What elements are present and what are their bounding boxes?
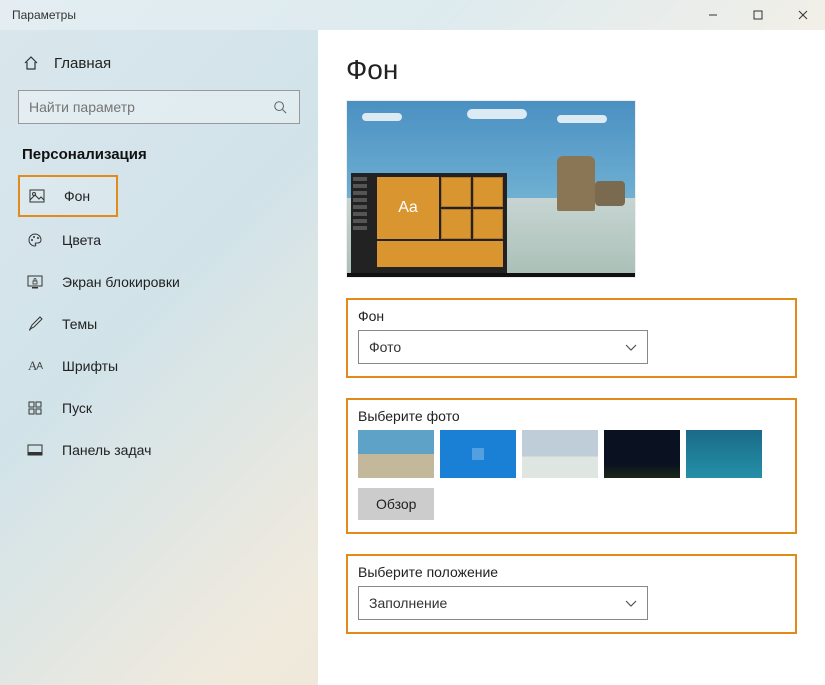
minimize-button[interactable] (690, 0, 735, 30)
sidebar-item-label: Экран блокировки (62, 274, 180, 290)
main-content: Фон Aa Фон (318, 30, 825, 685)
preview-sample-tile: Aa (377, 177, 439, 239)
photo-thumbnail[interactable] (358, 430, 434, 478)
home-label: Главная (54, 55, 111, 72)
window-controls (690, 0, 825, 30)
browse-button[interactable]: Обзор (358, 488, 434, 520)
sidebar-item-label: Темы (62, 316, 97, 332)
start-icon (26, 399, 44, 417)
search-input[interactable] (29, 99, 271, 115)
position-select[interactable]: Заполнение (358, 586, 648, 620)
background-type-label: Фон (358, 308, 785, 324)
choose-photo-section: Выберите фото Обзор (346, 398, 797, 534)
position-value: Заполнение (369, 595, 447, 611)
sidebar: Главная Персонализация Фон Цвета Экран (0, 30, 318, 685)
photo-thumbnail[interactable] (522, 430, 598, 478)
sidebar-item-label: Фон (64, 188, 90, 204)
brush-icon (26, 315, 44, 333)
section-title: Персонализация (22, 146, 296, 163)
maximize-button[interactable] (735, 0, 780, 30)
background-type-select[interactable]: Фото (358, 330, 648, 364)
desktop-preview: Aa (346, 100, 636, 278)
sidebar-item-fonts[interactable]: AA Шрифты (18, 347, 300, 385)
sidebar-item-taskbar[interactable]: Панель задач (18, 431, 300, 469)
sidebar-item-label: Шрифты (62, 358, 118, 374)
taskbar-icon (26, 441, 44, 459)
sidebar-item-label: Панель задач (62, 442, 151, 458)
sidebar-item-label: Пуск (62, 400, 92, 416)
home-icon (22, 54, 40, 72)
page-title: Фон (346, 54, 797, 86)
position-section: Выберите положение Заполнение (346, 554, 797, 634)
search-icon (271, 98, 289, 116)
photo-thumbnail[interactable] (604, 430, 680, 478)
lock-screen-icon (26, 273, 44, 291)
choose-photo-label: Выберите фото (358, 408, 785, 424)
close-button[interactable] (780, 0, 825, 30)
chevron-down-icon (625, 339, 637, 355)
palette-icon (26, 231, 44, 249)
sidebar-item-colors[interactable]: Цвета (18, 221, 300, 259)
font-icon: AA (26, 357, 44, 375)
sidebar-item-lock-screen[interactable]: Экран блокировки (18, 263, 300, 301)
background-type-section: Фон Фото (346, 298, 797, 378)
home-button[interactable]: Главная (18, 48, 300, 90)
sidebar-item-start[interactable]: Пуск (18, 389, 300, 427)
background-type-value: Фото (369, 339, 401, 355)
photo-thumbnail[interactable] (440, 430, 516, 478)
sidebar-item-background[interactable]: Фон (18, 175, 118, 217)
photo-thumbnail[interactable] (686, 430, 762, 478)
window-title: Параметры (12, 8, 76, 22)
picture-icon (28, 187, 46, 205)
titlebar: Параметры (0, 0, 825, 30)
search-input-container[interactable] (18, 90, 300, 124)
chevron-down-icon (625, 595, 637, 611)
sidebar-item-themes[interactable]: Темы (18, 305, 300, 343)
sidebar-item-label: Цвета (62, 232, 101, 248)
preview-start-menu: Aa (351, 173, 507, 273)
position-label: Выберите положение (358, 564, 785, 580)
